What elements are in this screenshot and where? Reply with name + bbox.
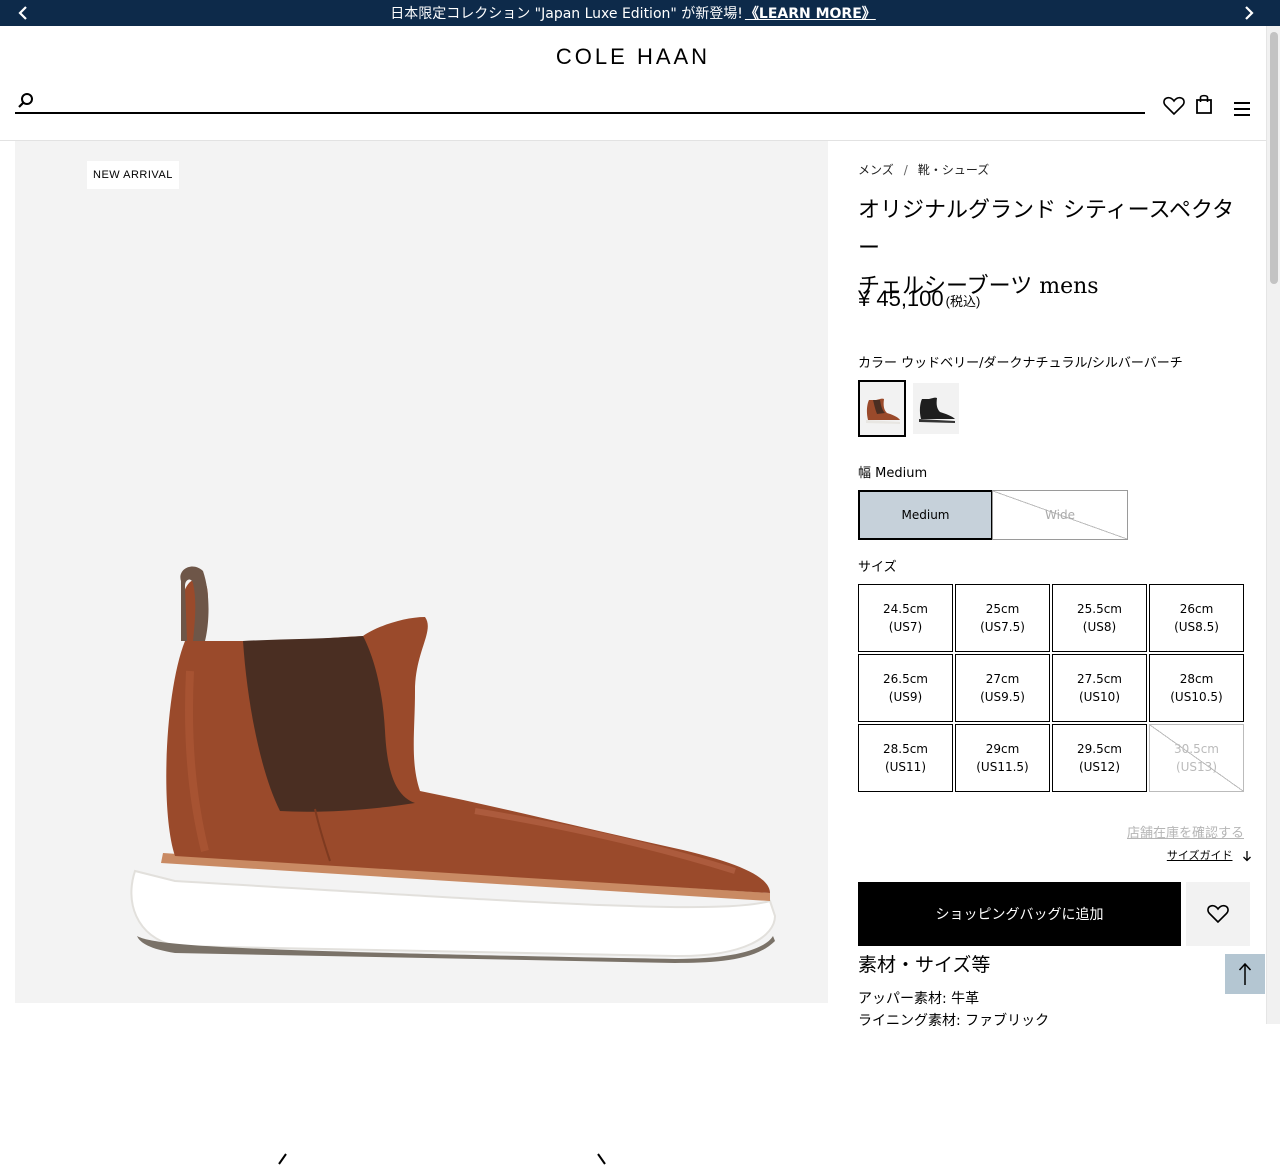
promo-text: 日本限定コレクション "Japan Luxe Edition" が新登場! [390, 6, 743, 22]
new-arrival-badge: NEW ARRIVAL [87, 161, 179, 189]
size-cm: 27.5cm [1076, 672, 1122, 686]
promo-next-button[interactable] [1236, 0, 1262, 26]
width-option-medium[interactable]: Medium [858, 490, 993, 540]
color-label-title: カラー [858, 356, 898, 371]
size-us: (US11.5) [976, 760, 1029, 774]
promo-learn-more-link[interactable]: 《LEARN MORE》 [745, 3, 876, 23]
product-title-line1: オリジナルグランド シティースペクター [858, 198, 1235, 261]
heart-icon [1163, 96, 1185, 116]
size-cm: 28.5cm [882, 742, 928, 756]
chevron-right-icon [597, 1153, 606, 1165]
brand-logo[interactable]: COLE HAAN [0, 44, 1266, 70]
gallery-next-button[interactable] [595, 1151, 619, 1165]
size-us: (US13) [1175, 760, 1218, 774]
product-image [130, 566, 777, 963]
chevron-right-icon [1245, 6, 1254, 20]
shopping-bag-button[interactable] [1192, 92, 1216, 116]
size-cm: 28cm [1179, 672, 1214, 686]
size-option[interactable]: 29.5cm (US12) [1052, 724, 1147, 792]
size-cm: 24.5cm [882, 602, 928, 616]
size-us: (US10) [1078, 690, 1121, 704]
page-scrollbar[interactable] [1266, 26, 1280, 1024]
size-us: (US11) [884, 760, 927, 774]
color-swatch-woodbury[interactable] [858, 380, 906, 437]
size-cm: 26cm [1179, 602, 1214, 616]
price-tax-note: (税込) [945, 294, 981, 309]
chevron-left-icon [278, 1153, 287, 1165]
breadcrumb-item-mens[interactable]: メンズ [858, 163, 894, 177]
width-label-value: Medium [875, 466, 928, 481]
scrollbar-thumb[interactable] [1270, 32, 1278, 284]
size-cm: 30.5cm [1173, 742, 1219, 756]
size-us: (US7) [888, 620, 923, 634]
swatch-shoe-image [866, 398, 900, 424]
search-bar [15, 90, 1145, 114]
product-price: ¥ 45,100 (税込) [858, 286, 980, 312]
back-to-top-button[interactable] [1225, 954, 1265, 994]
add-to-wishlist-button[interactable] [1186, 882, 1250, 946]
heart-icon [1207, 904, 1229, 924]
size-cm: 25.5cm [1076, 602, 1122, 616]
product-image-gallery[interactable]: NEW ARRIVAL [15, 141, 828, 1165]
size-guide-label: サイズガイド [1166, 849, 1233, 862]
size-guide-link[interactable]: サイズガイド [1100, 847, 1252, 863]
promo-bar: 日本限定コレクション "Japan Luxe Edition" が新登場! 《L… [0, 0, 1280, 26]
size-option[interactable]: 28cm (US10.5) [1149, 654, 1244, 722]
promo-message: 日本限定コレクション "Japan Luxe Edition" が新登場! 《L… [0, 0, 1266, 26]
size-cm: 25cm [985, 602, 1020, 616]
search-icon[interactable] [17, 92, 35, 110]
menu-button[interactable] [1230, 97, 1254, 121]
size-option[interactable]: 26cm (US8.5) [1149, 584, 1244, 652]
spec-upper-material: アッパー素材: 牛革 [858, 991, 980, 1007]
size-option[interactable]: 25cm (US7.5) [955, 584, 1050, 652]
spec-section-title: 素材・サイズ等 [858, 954, 991, 976]
size-option[interactable]: 28.5cm (US11) [858, 724, 953, 792]
size-option[interactable]: 24.5cm (US7) [858, 584, 953, 652]
color-label-value: ウッドベリー/ダークナチュラル/シルバーバーチ [901, 356, 1183, 371]
size-us: (US9.5) [980, 690, 1025, 704]
width-label-title: 幅 [858, 466, 872, 481]
gallery-prev-button[interactable] [275, 1151, 299, 1165]
size-option-unavailable[interactable]: 30.5cm (US13) [1149, 724, 1244, 792]
size-option[interactable]: 27cm (US9.5) [955, 654, 1050, 722]
menu-icon [1234, 102, 1250, 116]
size-option[interactable]: 29cm (US11.5) [955, 724, 1050, 792]
color-label: カラー ウッドベリー/ダークナチュラル/シルバーバーチ [858, 352, 1183, 371]
width-label: 幅 Medium [858, 462, 927, 481]
size-option[interactable]: 26.5cm (US9) [858, 654, 953, 722]
size-selector: 24.5cm (US7) 25cm (US7.5) 25.5cm (US8) 26cm… [858, 584, 1244, 792]
arrow-down-icon [1243, 851, 1251, 862]
size-us: (US8.5) [1174, 620, 1219, 634]
swatch-shoe-image [919, 397, 955, 423]
size-cm: 27cm [985, 672, 1020, 686]
size-cm: 29cm [985, 742, 1020, 756]
arrow-up-icon [1238, 962, 1252, 985]
add-to-bag-button[interactable]: ショッピングバッグに追加 [858, 882, 1181, 946]
color-swatch-black[interactable] [913, 383, 959, 434]
size-option[interactable]: 27.5cm (US10) [1052, 654, 1147, 722]
width-option-wide[interactable]: Wide [992, 490, 1128, 540]
search-input[interactable] [45, 90, 1135, 112]
breadcrumb: メンズ / 靴・シューズ [858, 161, 989, 178]
spec-lining-material: ライニング素材: ファブリック [858, 1013, 1050, 1029]
size-cm: 29.5cm [1076, 742, 1122, 756]
size-cm: 26.5cm [882, 672, 928, 686]
shopping-bag-icon [1196, 94, 1212, 114]
size-us: (US12) [1078, 760, 1121, 774]
breadcrumb-item-shoes[interactable]: 靴・シューズ [918, 163, 989, 177]
size-us: (US8) [1082, 620, 1117, 634]
size-option[interactable]: 25.5cm (US8) [1052, 584, 1147, 652]
size-us: (US7.5) [980, 620, 1025, 634]
size-label: サイズ [858, 560, 897, 575]
size-us: (US10.5) [1170, 690, 1223, 704]
price-value: ¥ 45,100 [858, 286, 944, 311]
size-us: (US9) [888, 690, 923, 704]
breadcrumb-separator: / [903, 163, 908, 177]
store-stock-link[interactable]: 店舗在庫を確認する [1000, 822, 1244, 841]
wishlist-button[interactable] [1162, 94, 1186, 118]
